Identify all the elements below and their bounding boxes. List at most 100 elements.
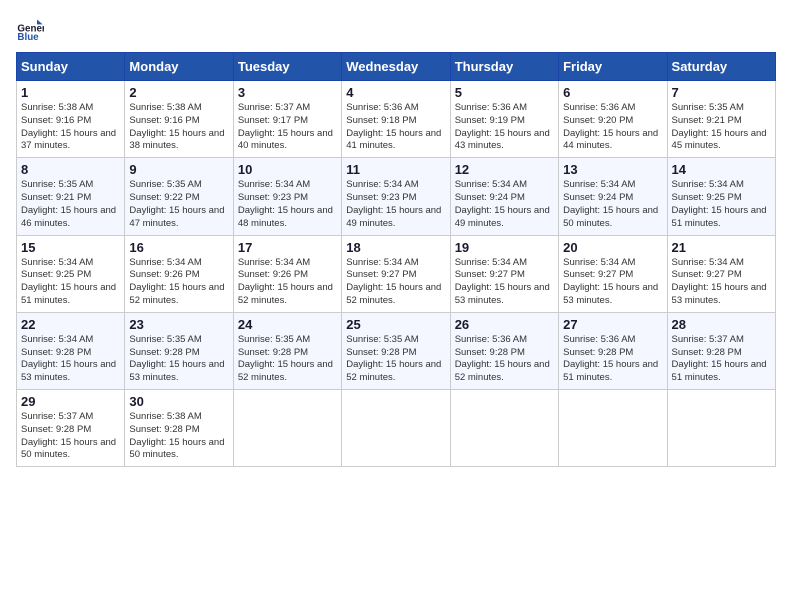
day-info: Sunrise: 5:38 AM Sunset: 9:16 PM Dayligh… xyxy=(21,102,120,153)
day-number: 13 xyxy=(563,162,662,177)
page-header: General Blue xyxy=(16,16,776,44)
day-number: 20 xyxy=(563,240,662,255)
day-info: Sunrise: 5:35 AM Sunset: 9:22 PM Dayligh… xyxy=(129,179,228,230)
calendar-cell: 19 Sunrise: 5:34 AM Sunset: 9:27 PM Dayl… xyxy=(450,235,558,312)
calendar-week-2: 8 Sunrise: 5:35 AM Sunset: 9:21 PM Dayli… xyxy=(17,158,776,235)
calendar-cell: 17 Sunrise: 5:34 AM Sunset: 9:26 PM Dayl… xyxy=(233,235,341,312)
calendar-cell: 9 Sunrise: 5:35 AM Sunset: 9:22 PM Dayli… xyxy=(125,158,233,235)
weekday-header-friday: Friday xyxy=(559,53,667,81)
calendar-cell: 5 Sunrise: 5:36 AM Sunset: 9:19 PM Dayli… xyxy=(450,81,558,158)
day-number: 4 xyxy=(346,85,445,100)
day-info: Sunrise: 5:36 AM Sunset: 9:18 PM Dayligh… xyxy=(346,102,445,153)
calendar-table: SundayMondayTuesdayWednesdayThursdayFrid… xyxy=(16,52,776,467)
calendar-cell: 2 Sunrise: 5:38 AM Sunset: 9:16 PM Dayli… xyxy=(125,81,233,158)
day-number: 14 xyxy=(672,162,771,177)
day-info: Sunrise: 5:37 AM Sunset: 9:28 PM Dayligh… xyxy=(672,334,771,385)
calendar-cell: 14 Sunrise: 5:34 AM Sunset: 9:25 PM Dayl… xyxy=(667,158,775,235)
day-number: 29 xyxy=(21,394,120,409)
weekday-header-tuesday: Tuesday xyxy=(233,53,341,81)
logo-icon: General Blue xyxy=(16,16,44,44)
day-number: 18 xyxy=(346,240,445,255)
calendar-cell: 20 Sunrise: 5:34 AM Sunset: 9:27 PM Dayl… xyxy=(559,235,667,312)
day-number: 24 xyxy=(238,317,337,332)
calendar-cell: 18 Sunrise: 5:34 AM Sunset: 9:27 PM Dayl… xyxy=(342,235,450,312)
calendar-cell: 24 Sunrise: 5:35 AM Sunset: 9:28 PM Dayl… xyxy=(233,312,341,389)
svg-text:Blue: Blue xyxy=(17,32,39,43)
calendar-cell: 30 Sunrise: 5:38 AM Sunset: 9:28 PM Dayl… xyxy=(125,390,233,467)
weekday-header-wednesday: Wednesday xyxy=(342,53,450,81)
calendar-cell: 28 Sunrise: 5:37 AM Sunset: 9:28 PM Dayl… xyxy=(667,312,775,389)
day-info: Sunrise: 5:38 AM Sunset: 9:28 PM Dayligh… xyxy=(129,411,228,462)
calendar-cell: 23 Sunrise: 5:35 AM Sunset: 9:28 PM Dayl… xyxy=(125,312,233,389)
calendar-cell: 26 Sunrise: 5:36 AM Sunset: 9:28 PM Dayl… xyxy=(450,312,558,389)
day-info: Sunrise: 5:36 AM Sunset: 9:20 PM Dayligh… xyxy=(563,102,662,153)
calendar-cell: 6 Sunrise: 5:36 AM Sunset: 9:20 PM Dayli… xyxy=(559,81,667,158)
day-number: 21 xyxy=(672,240,771,255)
logo: General Blue xyxy=(16,16,44,44)
calendar-cell: 4 Sunrise: 5:36 AM Sunset: 9:18 PM Dayli… xyxy=(342,81,450,158)
day-info: Sunrise: 5:35 AM Sunset: 9:28 PM Dayligh… xyxy=(238,334,337,385)
calendar-week-3: 15 Sunrise: 5:34 AM Sunset: 9:25 PM Dayl… xyxy=(17,235,776,312)
day-number: 10 xyxy=(238,162,337,177)
day-number: 19 xyxy=(455,240,554,255)
day-info: Sunrise: 5:34 AM Sunset: 9:23 PM Dayligh… xyxy=(238,179,337,230)
calendar-cell: 29 Sunrise: 5:37 AM Sunset: 9:28 PM Dayl… xyxy=(17,390,125,467)
day-number: 12 xyxy=(455,162,554,177)
day-info: Sunrise: 5:34 AM Sunset: 9:23 PM Dayligh… xyxy=(346,179,445,230)
calendar-week-4: 22 Sunrise: 5:34 AM Sunset: 9:28 PM Dayl… xyxy=(17,312,776,389)
day-number: 27 xyxy=(563,317,662,332)
day-info: Sunrise: 5:36 AM Sunset: 9:28 PM Dayligh… xyxy=(563,334,662,385)
weekday-header-saturday: Saturday xyxy=(667,53,775,81)
day-info: Sunrise: 5:34 AM Sunset: 9:24 PM Dayligh… xyxy=(455,179,554,230)
day-number: 28 xyxy=(672,317,771,332)
day-info: Sunrise: 5:34 AM Sunset: 9:28 PM Dayligh… xyxy=(21,334,120,385)
day-number: 26 xyxy=(455,317,554,332)
day-info: Sunrise: 5:34 AM Sunset: 9:27 PM Dayligh… xyxy=(455,257,554,308)
day-info: Sunrise: 5:34 AM Sunset: 9:27 PM Dayligh… xyxy=(346,257,445,308)
calendar-cell: 10 Sunrise: 5:34 AM Sunset: 9:23 PM Dayl… xyxy=(233,158,341,235)
day-info: Sunrise: 5:34 AM Sunset: 9:24 PM Dayligh… xyxy=(563,179,662,230)
day-info: Sunrise: 5:36 AM Sunset: 9:19 PM Dayligh… xyxy=(455,102,554,153)
calendar-cell: 7 Sunrise: 5:35 AM Sunset: 9:21 PM Dayli… xyxy=(667,81,775,158)
calendar-cell: 15 Sunrise: 5:34 AM Sunset: 9:25 PM Dayl… xyxy=(17,235,125,312)
calendar-cell xyxy=(667,390,775,467)
calendar-cell: 22 Sunrise: 5:34 AM Sunset: 9:28 PM Dayl… xyxy=(17,312,125,389)
calendar-cell xyxy=(450,390,558,467)
day-info: Sunrise: 5:34 AM Sunset: 9:25 PM Dayligh… xyxy=(21,257,120,308)
day-info: Sunrise: 5:34 AM Sunset: 9:27 PM Dayligh… xyxy=(672,257,771,308)
weekday-header-thursday: Thursday xyxy=(450,53,558,81)
day-number: 9 xyxy=(129,162,228,177)
calendar-cell: 27 Sunrise: 5:36 AM Sunset: 9:28 PM Dayl… xyxy=(559,312,667,389)
weekday-header-sunday: Sunday xyxy=(17,53,125,81)
day-info: Sunrise: 5:34 AM Sunset: 9:27 PM Dayligh… xyxy=(563,257,662,308)
day-info: Sunrise: 5:35 AM Sunset: 9:21 PM Dayligh… xyxy=(672,102,771,153)
day-number: 22 xyxy=(21,317,120,332)
calendar-cell xyxy=(559,390,667,467)
day-number: 1 xyxy=(21,85,120,100)
calendar-cell: 12 Sunrise: 5:34 AM Sunset: 9:24 PM Dayl… xyxy=(450,158,558,235)
calendar-cell xyxy=(342,390,450,467)
day-info: Sunrise: 5:35 AM Sunset: 9:28 PM Dayligh… xyxy=(346,334,445,385)
day-number: 3 xyxy=(238,85,337,100)
day-number: 5 xyxy=(455,85,554,100)
day-info: Sunrise: 5:34 AM Sunset: 9:26 PM Dayligh… xyxy=(238,257,337,308)
day-number: 25 xyxy=(346,317,445,332)
day-number: 16 xyxy=(129,240,228,255)
day-info: Sunrise: 5:37 AM Sunset: 9:28 PM Dayligh… xyxy=(21,411,120,462)
day-info: Sunrise: 5:34 AM Sunset: 9:25 PM Dayligh… xyxy=(672,179,771,230)
day-number: 30 xyxy=(129,394,228,409)
calendar-cell: 11 Sunrise: 5:34 AM Sunset: 9:23 PM Dayl… xyxy=(342,158,450,235)
calendar-cell: 21 Sunrise: 5:34 AM Sunset: 9:27 PM Dayl… xyxy=(667,235,775,312)
calendar-cell: 16 Sunrise: 5:34 AM Sunset: 9:26 PM Dayl… xyxy=(125,235,233,312)
day-number: 2 xyxy=(129,85,228,100)
calendar-cell: 3 Sunrise: 5:37 AM Sunset: 9:17 PM Dayli… xyxy=(233,81,341,158)
day-info: Sunrise: 5:34 AM Sunset: 9:26 PM Dayligh… xyxy=(129,257,228,308)
calendar-week-1: 1 Sunrise: 5:38 AM Sunset: 9:16 PM Dayli… xyxy=(17,81,776,158)
calendar-cell: 1 Sunrise: 5:38 AM Sunset: 9:16 PM Dayli… xyxy=(17,81,125,158)
day-info: Sunrise: 5:37 AM Sunset: 9:17 PM Dayligh… xyxy=(238,102,337,153)
day-number: 6 xyxy=(563,85,662,100)
calendar-cell: 13 Sunrise: 5:34 AM Sunset: 9:24 PM Dayl… xyxy=(559,158,667,235)
day-number: 15 xyxy=(21,240,120,255)
day-number: 23 xyxy=(129,317,228,332)
weekday-header-row: SundayMondayTuesdayWednesdayThursdayFrid… xyxy=(17,53,776,81)
